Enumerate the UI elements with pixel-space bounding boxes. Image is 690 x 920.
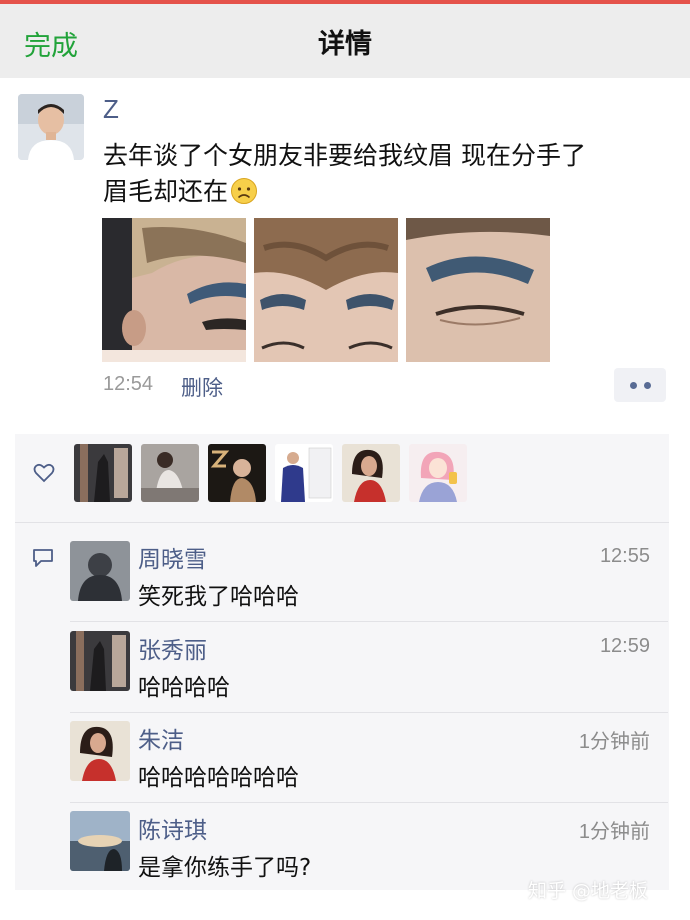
post-photo-2[interactable] [254,218,398,362]
liker-avatar[interactable] [275,444,333,502]
comment-text: 哈哈哈哈哈哈哈 [138,765,299,791]
commenter-avatar[interactable] [70,721,130,781]
comment-timestamp: 1分钟前 [578,731,650,753]
post-text: 去年谈了个女朋友非要给我纹眉 现在分手了 眉毛却还在 [103,138,673,210]
commenter-name[interactable]: 周晓雪 [138,540,207,574]
commenter-name[interactable]: 陈诗琪 [138,811,207,845]
liker-avatar[interactable] [208,444,266,502]
likes-divider [15,522,669,523]
commenter-avatar[interactable] [70,631,130,691]
heart-icon [33,463,55,483]
navigation-bar: 完成 详情 [0,4,690,78]
dot-icon [629,381,637,389]
comment-text: 是拿你练手了吗? [138,855,312,881]
post-text-line2: 眉毛却还在 [103,177,229,206]
author-name[interactable]: Z [103,94,119,125]
watermark: 知乎 @地老板 [528,880,649,902]
comment-text: 哈哈哈哈 [138,675,230,701]
comment-divider [70,712,668,713]
commenter-name[interactable]: 张秀丽 [138,631,207,665]
comment-icon [32,548,54,568]
post-timestamp: 12:54 [103,373,154,395]
comment-divider [70,621,668,622]
author-avatar[interactable] [18,94,84,160]
liker-avatar[interactable] [141,444,199,502]
liker-avatar[interactable] [342,444,400,502]
liker-avatar[interactable] [409,444,467,502]
commenter-avatar[interactable] [70,541,130,601]
sad-face-emoji-icon [230,177,258,205]
more-options-button[interactable] [614,368,666,402]
done-button[interactable]: 完成 [24,24,78,63]
page-title: 详情 [318,28,372,60]
commenter-avatar[interactable] [70,811,130,871]
delete-button[interactable]: 删除 [181,372,223,402]
comment-timestamp: 1分钟前 [578,821,650,843]
post-text-line1: 去年谈了个女朋友非要给我纹眉 现在分手了 [103,141,586,170]
comment-text: 笑死我了哈哈哈 [138,584,299,610]
post-photo-3[interactable] [406,218,550,362]
liker-avatar[interactable] [74,444,132,502]
commenter-name[interactable]: 朱洁 [138,721,184,755]
comment-timestamp: 12:59 [599,635,650,657]
dot-icon [643,381,651,389]
post-photo-1[interactable] [102,218,246,362]
comment-timestamp: 12:55 [599,545,650,567]
comment-divider [70,802,668,803]
